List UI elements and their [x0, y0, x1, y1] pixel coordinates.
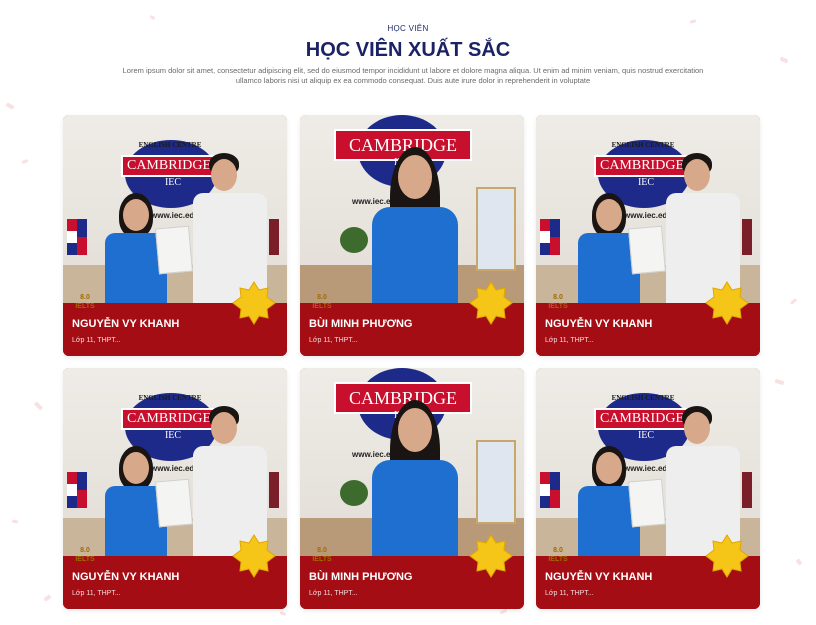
- url-text: www.iec.edu: [151, 211, 200, 220]
- cambridge-logo-text: CAMBRIDGE: [594, 408, 690, 430]
- score-badge-label: 8.0 IELTS: [63, 546, 107, 590]
- student-info: 8.0 IELTS NGUYỄN VY KHANH Lớp 11, THPT..…: [63, 534, 287, 609]
- student-name: NGUYỄN VY KHANH: [72, 571, 180, 583]
- student-photo: ENGLISH CENTRE CAMBRIDGE IEC www.iec.edu: [536, 115, 760, 303]
- student-class: Lớp 11, THPT...: [309, 337, 358, 344]
- student-card[interactable]: ENGLISH CENTRE CAMBRIDGE IEC www.iec.edu…: [536, 115, 760, 356]
- student-card[interactable]: CAMBRIDGE IEC www.iec.edu 8.0 IELTS BÙI …: [300, 368, 524, 609]
- student-card[interactable]: ENGLISH CENTRE CAMBRIDGE IEC www.iec.edu…: [63, 115, 287, 356]
- score-badge-icon: [705, 281, 749, 325]
- student-name: BÙI MINH PHƯƠNG: [309, 571, 413, 583]
- url-text: www.iec.edu: [624, 211, 673, 220]
- score-badge-icon: [469, 281, 513, 325]
- test-name: IELTS: [75, 303, 95, 310]
- url-text: www.iec.edu: [624, 464, 673, 473]
- score-value: 8.0: [80, 547, 90, 554]
- student-class: Lớp 11, THPT...: [72, 337, 121, 344]
- student-card[interactable]: ENGLISH CENTRE CAMBRIDGE IEC www.iec.edu…: [63, 368, 287, 609]
- student-class: Lớp 11, THPT...: [72, 590, 121, 597]
- student-name: BÙI MINH PHƯƠNG: [309, 318, 413, 330]
- iec-logo-text: IEC: [164, 177, 182, 188]
- section-eyebrow: HỌC VIÊN: [387, 24, 429, 33]
- score-value: 8.0: [317, 294, 327, 301]
- student-info: 8.0 IELTS BÙI MINH PHƯƠNG Lớp 11, THPT..…: [300, 534, 524, 609]
- score-value: 8.0: [553, 294, 563, 301]
- iec-logo-text: IEC: [637, 430, 655, 441]
- student-name: NGUYỄN VY KHANH: [545, 318, 653, 330]
- score-value: 8.0: [553, 547, 563, 554]
- student-info: 8.0 IELTS NGUYỄN VY KHANH Lớp 11, THPT..…: [536, 534, 760, 609]
- student-info: 8.0 IELTS NGUYỄN VY KHANH Lớp 11, THPT..…: [536, 281, 760, 356]
- student-photo: ENGLISH CENTRE CAMBRIDGE IEC www.iec.edu: [536, 368, 760, 556]
- student-card[interactable]: ENGLISH CENTRE CAMBRIDGE IEC www.iec.edu…: [536, 368, 760, 609]
- english-centre-text: ENGLISH CENTRE: [611, 141, 675, 149]
- test-name: IELTS: [75, 556, 95, 563]
- english-centre-text: ENGLISH CENTRE: [611, 394, 675, 402]
- score-badge-label: 8.0 IELTS: [536, 546, 580, 590]
- section-description: Lorem ipsum dolor sit amet, consectetur …: [122, 66, 704, 85]
- english-centre-text: ENGLISH CENTRE: [138, 141, 202, 149]
- student-photo: ENGLISH CENTRE CAMBRIDGE IEC www.iec.edu: [63, 368, 287, 556]
- test-name: IELTS: [312, 556, 332, 563]
- test-name: IELTS: [312, 303, 332, 310]
- score-badge-icon: [469, 534, 513, 578]
- student-info: 8.0 IELTS BÙI MINH PHƯƠNG Lớp 11, THPT..…: [300, 281, 524, 356]
- cambridge-logo-text: CAMBRIDGE: [594, 155, 690, 177]
- score-badge-icon: [705, 534, 749, 578]
- score-value: 8.0: [317, 547, 327, 554]
- student-class: Lớp 11, THPT...: [545, 337, 594, 344]
- iec-logo-text: IEC: [164, 430, 182, 441]
- student-photo: CAMBRIDGE IEC www.iec.edu: [300, 368, 524, 556]
- student-card[interactable]: CAMBRIDGE IEC www.iec.edu 8.0 IELTS BÙI …: [300, 115, 524, 356]
- score-badge-label: 8.0 IELTS: [300, 546, 344, 590]
- score-value: 8.0: [80, 294, 90, 301]
- cambridge-logo-text: CAMBRIDGE: [121, 155, 217, 177]
- student-class: Lớp 11, THPT...: [309, 590, 358, 597]
- test-name: IELTS: [548, 556, 568, 563]
- url-text: www.iec.edu: [151, 464, 200, 473]
- score-badge-label: 8.0 IELTS: [300, 293, 344, 337]
- student-name: NGUYỄN VY KHANH: [72, 318, 180, 330]
- score-badge-label: 8.0 IELTS: [63, 293, 107, 337]
- student-info: 8.0 IELTS NGUYỄN VY KHANH Lớp 11, THPT..…: [63, 281, 287, 356]
- score-badge-label: 8.0 IELTS: [536, 293, 580, 337]
- score-badge-icon: [232, 281, 276, 325]
- test-name: IELTS: [548, 303, 568, 310]
- student-photo: ENGLISH CENTRE CAMBRIDGE IEC www.iec.edu: [63, 115, 287, 303]
- student-photo: CAMBRIDGE IEC www.iec.edu: [300, 115, 524, 303]
- cambridge-logo-text: CAMBRIDGE: [121, 408, 217, 430]
- iec-logo-text: IEC: [637, 177, 655, 188]
- english-centre-text: ENGLISH CENTRE: [138, 394, 202, 402]
- section-title: HỌC VIÊN XUẤT SẮC: [305, 39, 511, 61]
- student-class: Lớp 11, THPT...: [545, 590, 594, 597]
- score-badge-icon: [232, 534, 276, 578]
- student-name: NGUYỄN VY KHANH: [545, 571, 653, 583]
